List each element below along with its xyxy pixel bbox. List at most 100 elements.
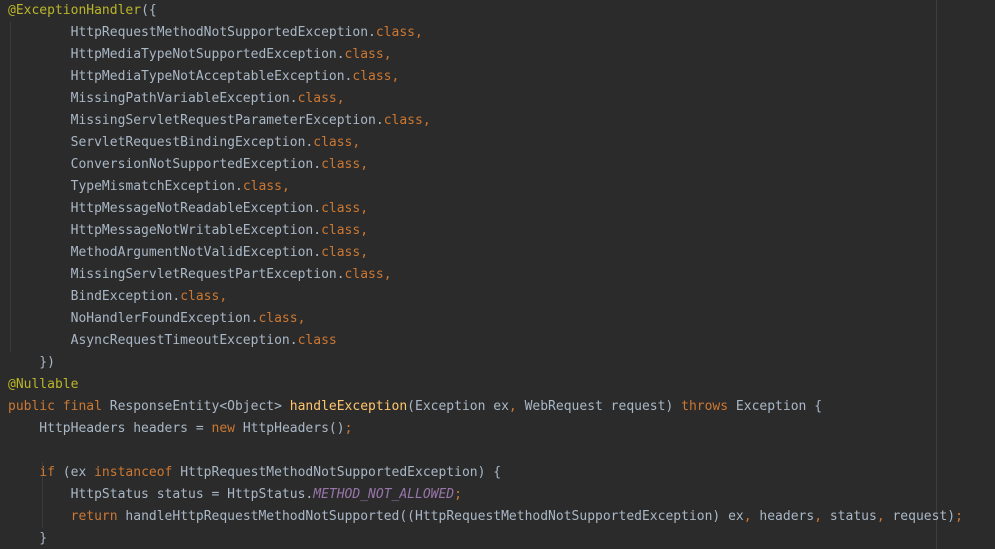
code-token-keyword: , bbox=[336, 91, 345, 106]
code-line: HttpMediaTypeNotAcceptableException.clas… bbox=[8, 66, 400, 88]
code-token-keyword: return bbox=[70, 509, 126, 524]
code-token-keyword: , bbox=[360, 201, 369, 216]
code-line: MethodArgumentNotValidException.class, bbox=[8, 242, 368, 264]
code-token-plain: ServletRequestBindingException. bbox=[8, 135, 314, 150]
code-token-plain: Exception { bbox=[735, 399, 823, 414]
code-token-keyword: , bbox=[360, 245, 369, 260]
code-token-plain: ConversionNotSupportedException. bbox=[8, 157, 322, 172]
code-token-keyword: class bbox=[383, 113, 423, 128]
right-margin-guide bbox=[936, 0, 937, 549]
code-token-keyword: class bbox=[321, 245, 361, 260]
code-token-keyword: public final bbox=[8, 399, 110, 414]
code-token-plain: MissingPathVariableException. bbox=[8, 91, 298, 106]
code-token-plain: } bbox=[8, 531, 48, 546]
code-line: return handleHttpRequestMethodNotSupport… bbox=[8, 506, 963, 528]
code-token-plain: ResponseEntity<Object> bbox=[109, 399, 290, 414]
code-token-keyword: class bbox=[297, 333, 337, 348]
code-line: public final ResponseEntity<Object> hand… bbox=[8, 396, 822, 418]
code-token-plain: HttpHeaders headers = bbox=[8, 421, 212, 436]
code-token-keyword: , bbox=[352, 135, 361, 150]
code-token-keyword: class bbox=[375, 25, 415, 40]
code-token-keyword: , bbox=[360, 223, 369, 238]
code-token-plain: AsyncRequestTimeoutException. bbox=[8, 333, 298, 348]
code-line: HttpHeaders headers = new HttpHeaders(); bbox=[8, 418, 352, 440]
code-token-keyword: , bbox=[297, 311, 306, 326]
code-line: } bbox=[8, 528, 47, 549]
code-token-keyword: , bbox=[360, 157, 369, 172]
code-token-keyword: class bbox=[313, 135, 353, 150]
code-token-keyword: , bbox=[743, 509, 760, 524]
code-token-plain: BindException. bbox=[8, 289, 181, 304]
code-line: if (ex instanceof HttpRequestMethodNotSu… bbox=[8, 462, 501, 484]
code-token-plain: HttpRequestMethodNotSupportedException) … bbox=[180, 465, 502, 480]
code-token-plain: }) bbox=[8, 355, 55, 370]
code-token-annotation: @ExceptionHandler bbox=[8, 3, 142, 18]
code-line: @Nullable bbox=[8, 374, 78, 396]
code-line: TypeMismatchException.class, bbox=[8, 176, 290, 198]
code-token-keyword: class bbox=[344, 267, 384, 282]
code-token-plain: WebRequest request) bbox=[524, 399, 682, 414]
code-token-plain: HttpHeaders() bbox=[242, 421, 345, 436]
code-token-keyword: , bbox=[383, 267, 392, 282]
code-token-keyword: , bbox=[508, 399, 525, 414]
code-token-keyword: class bbox=[321, 201, 361, 216]
code-token-plain: request) bbox=[892, 509, 956, 524]
code-line: AsyncRequestTimeoutException.class bbox=[8, 330, 337, 352]
code-token-keyword: class bbox=[180, 289, 220, 304]
code-line: HttpRequestMethodNotSupportedException.c… bbox=[8, 22, 423, 44]
code-token-keyword: , bbox=[383, 47, 392, 62]
code-token-plain: headers bbox=[759, 509, 815, 524]
code-token-keyword: throws bbox=[681, 399, 736, 414]
code-token-keyword: class bbox=[297, 91, 337, 106]
code-token-keyword: , bbox=[219, 289, 228, 304]
code-token-keyword: class bbox=[321, 157, 361, 172]
code-line: MissingServletRequestParameterException.… bbox=[8, 110, 431, 132]
code-token-keyword: instanceof bbox=[94, 465, 181, 480]
code-line: HttpStatus status = HttpStatus.METHOD_NO… bbox=[8, 484, 462, 506]
code-line: MissingServletRequestPartException.class… bbox=[8, 264, 392, 286]
code-token-keyword: , bbox=[281, 179, 290, 194]
code-line: HttpMessageNotReadableException.class, bbox=[8, 198, 368, 220]
code-line: MissingPathVariableException.class, bbox=[8, 88, 345, 110]
code-token-annotation: @Nullable bbox=[8, 377, 79, 392]
code-token-keyword: ; bbox=[955, 509, 963, 524]
code-line: BindException.class, bbox=[8, 286, 228, 308]
code-token-plain: NoHandlerFoundException. bbox=[8, 311, 259, 326]
code-token-plain: (ex bbox=[62, 465, 95, 480]
code-token-plain: HttpMessageNotWritableException. bbox=[8, 223, 322, 238]
code-token-plain: MissingServletRequestPartException. bbox=[8, 267, 345, 282]
code-line: @ExceptionHandler({ bbox=[8, 0, 157, 22]
code-token-plain: HttpMediaTypeNotSupportedException. bbox=[8, 47, 345, 62]
code-token-keyword: , bbox=[415, 25, 423, 40]
code-editor[interactable]: @ExceptionHandler({ HttpRequestMethodNot… bbox=[0, 0, 995, 549]
code-line: NoHandlerFoundException.class, bbox=[8, 308, 306, 330]
code-token-plain: HttpMediaTypeNotAcceptableException. bbox=[8, 69, 353, 84]
code-token-keyword: ; bbox=[454, 487, 462, 502]
code-token-plain: handleHttpRequestMethodNotSupported((Htt… bbox=[125, 509, 744, 524]
code-token-keyword: if bbox=[39, 465, 63, 480]
code-token-plain: ({ bbox=[141, 3, 157, 18]
code-token-plain: MissingServletRequestParameterException. bbox=[8, 113, 384, 128]
code-token-plain: TypeMismatchException. bbox=[8, 179, 243, 194]
code-token-plain: status bbox=[829, 509, 877, 524]
code-token-method: handleException bbox=[289, 399, 408, 414]
code-token-plain: HttpRequestMethodNotSupportedException. bbox=[8, 25, 376, 40]
code-token-plain: HttpMessageNotReadableException. bbox=[8, 201, 322, 216]
code-token-keyword: , bbox=[422, 113, 431, 128]
code-token-keyword: class bbox=[321, 223, 361, 238]
code-token-keyword: , bbox=[814, 509, 830, 524]
code-token-keyword: class bbox=[352, 69, 392, 84]
code-line: }) bbox=[8, 352, 55, 374]
code-token-keyword: , bbox=[876, 509, 893, 524]
code-line: HttpMessageNotWritableException.class, bbox=[8, 220, 368, 242]
code-token-keyword: class bbox=[242, 179, 282, 194]
code-line: HttpMediaTypeNotSupportedException.class… bbox=[8, 44, 392, 66]
code-token-keyword: class bbox=[344, 47, 384, 62]
code-token-keyword: new bbox=[211, 421, 243, 436]
code-token-plain: MethodArgumentNotValidException. bbox=[8, 245, 322, 260]
code-token-constant: METHOD_NOT_ALLOWED bbox=[313, 487, 455, 502]
code-line: ServletRequestBindingException.class, bbox=[8, 132, 361, 154]
code-token-keyword: ; bbox=[344, 421, 353, 436]
